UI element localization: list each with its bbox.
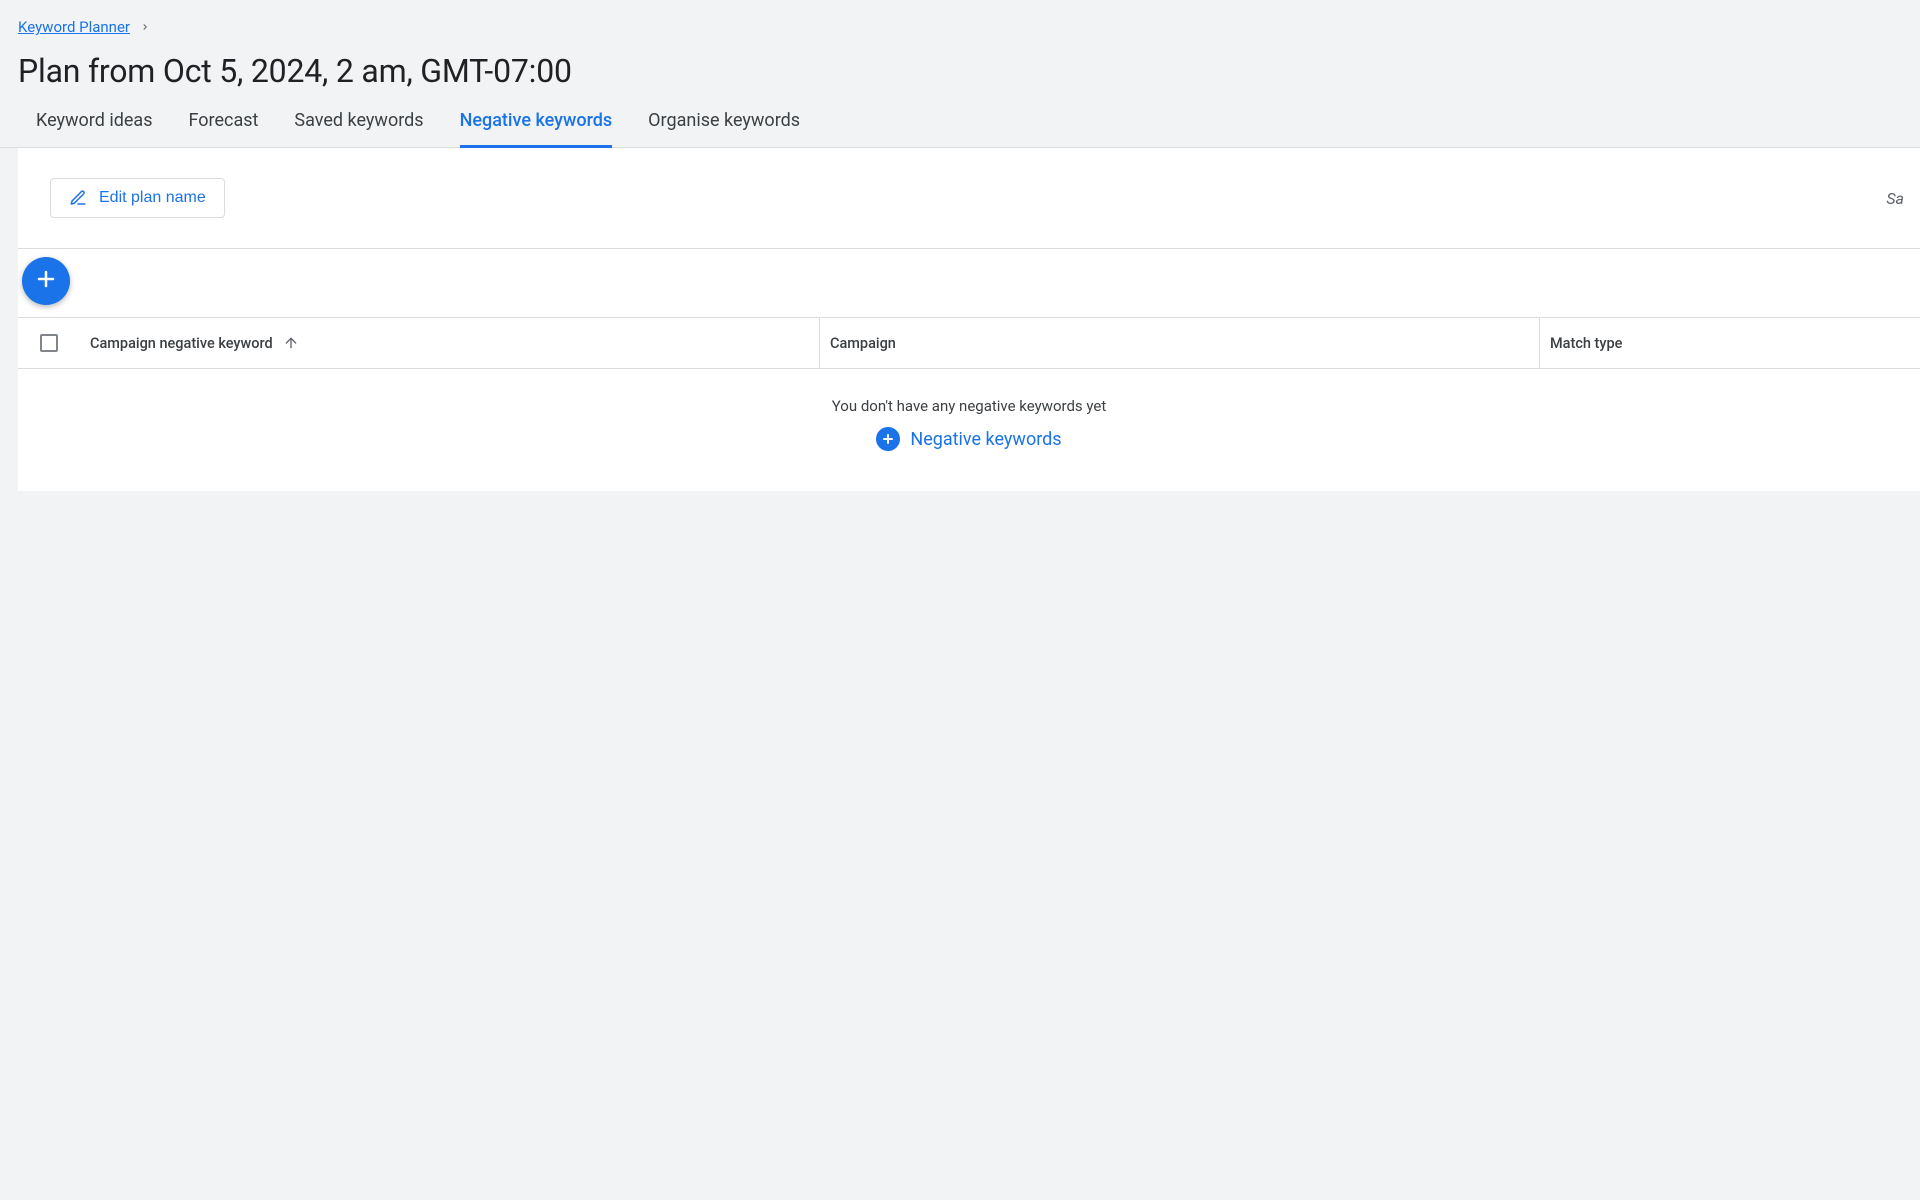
column-header-match-type[interactable]: Match type [1540,318,1920,368]
empty-state: You don't have any negative keywords yet… [18,369,1920,491]
arrow-up-icon [283,335,299,351]
toolbar: Edit plan name Sa [18,148,1920,249]
edit-plan-name-label: Edit plan name [99,189,206,207]
tab-saved-keywords[interactable]: Saved keywords [294,110,423,148]
table-header: Campaign negative keyword Campaign Match… [18,317,1920,369]
add-negative-keywords-link[interactable]: Negative keywords [876,427,1061,451]
chevron-right-icon [140,21,150,36]
tab-organise-keywords[interactable]: Organise keywords [648,110,800,148]
plus-circle-icon [876,427,900,451]
tab-keyword-ideas[interactable]: Keyword ideas [36,110,153,148]
column-header-keyword[interactable]: Campaign negative keyword [80,318,820,368]
add-negative-keyword-fab[interactable] [22,257,70,305]
save-status-text: Sa [1886,189,1904,208]
edit-plan-name-button[interactable]: Edit plan name [50,178,225,218]
tab-negative-keywords[interactable]: Negative keywords [460,110,613,148]
breadcrumb-parent-link[interactable]: Keyword Planner [18,18,130,36]
plus-icon [34,267,58,295]
page-title: Plan from Oct 5, 2024, 2 am, GMT-07:00 [0,36,1920,110]
tab-forecast[interactable]: Forecast [189,110,259,148]
empty-state-message: You don't have any negative keywords yet [18,397,1920,415]
tabs: Keyword ideas Forecast Saved keywords Ne… [0,110,1920,148]
select-all-checkbox[interactable] [40,334,58,352]
select-all-cell [18,318,80,368]
column-header-campaign-label: Campaign [830,335,896,352]
column-header-campaign[interactable]: Campaign [820,318,1540,368]
pencil-icon [69,189,87,207]
page-root: Keyword Planner Plan from Oct 5, 2024, 2… [0,0,1920,491]
column-header-keyword-label: Campaign negative keyword [90,335,273,352]
column-header-match-type-label: Match type [1550,335,1622,352]
fab-row [18,249,1920,317]
breadcrumb: Keyword Planner [0,0,1920,36]
content-panel: Edit plan name Sa Campaign negative keyw… [18,148,1920,491]
add-negative-keywords-label: Negative keywords [910,429,1061,450]
